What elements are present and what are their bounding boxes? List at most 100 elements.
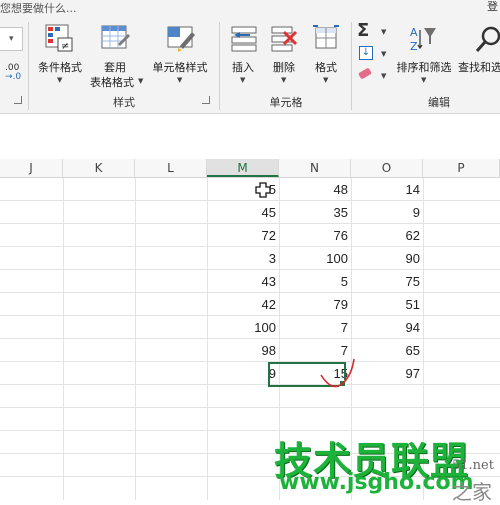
chevron-down-icon: ▾ [9, 34, 14, 44]
cell-m5[interactable]: 43 [207, 270, 276, 293]
column-header-p[interactable]: P [423, 159, 500, 177]
grid-row-line [0, 407, 500, 408]
cell-o2[interactable]: 9 [351, 201, 420, 224]
conditional-format-button[interactable]: ≠ 条件格式 ▼ [33, 20, 87, 90]
cell-o9[interactable]: 97 [351, 362, 420, 385]
chevron-down-icon: ▼ [57, 76, 63, 84]
cell-o7[interactable]: 94 [351, 316, 420, 339]
column-header-l[interactable]: L [135, 159, 207, 177]
table-style-icon [101, 25, 130, 49]
cell-m3[interactable]: 72 [207, 224, 276, 247]
cell-styles-icon [167, 26, 195, 52]
find-select-button[interactable]: 查找和选 [458, 20, 500, 90]
watermark-url: www.jsgho.com [279, 470, 474, 495]
eraser-icon [358, 67, 372, 80]
styles-group-label: 样式 [113, 96, 135, 109]
cell-o5[interactable]: 75 [351, 270, 420, 293]
cell-n2[interactable]: 35 [279, 201, 348, 224]
chevron-down-icon: ▼ [323, 76, 329, 84]
cell-m2[interactable]: 45 [207, 201, 276, 224]
cell-o8[interactable]: 65 [351, 339, 420, 362]
grid-column-line [63, 178, 64, 500]
decrease-decimal-button[interactable]: .00 →.0 [5, 64, 21, 82]
cell-o6[interactable]: 51 [351, 293, 420, 316]
svg-text:A: A [410, 26, 418, 39]
cell-o1[interactable]: 14 [351, 178, 420, 201]
clear-button[interactable]: ▼ [358, 67, 393, 86]
autosum-button[interactable]: Σ ▼ [357, 20, 391, 41]
sign-in-link[interactable]: 登 [487, 0, 498, 14]
cell-styles-label: 单元格样式 [152, 61, 208, 74]
chevron-down-icon: ▼ [177, 76, 183, 84]
autosum-icon: Σ [357, 20, 370, 41]
editing-group-label: 编辑 [428, 96, 450, 109]
magnifier-icon [475, 26, 500, 52]
conditional-format-label: 条件格式 [38, 61, 82, 74]
insert-label: 插入 [232, 61, 254, 74]
grid-column-line [135, 178, 136, 500]
chevron-down-icon: ▼ [421, 76, 427, 84]
conditional-format-icon: ≠ [45, 24, 73, 52]
delete-button[interactable]: 删除 ▼ [264, 20, 304, 90]
cell-m4[interactable]: 3 [207, 247, 276, 270]
cell-n3[interactable]: 76 [279, 224, 348, 247]
cell-m6[interactable]: 42 [207, 293, 276, 316]
cell-o4[interactable]: 90 [351, 247, 420, 270]
sort-filter-icon: A Z [410, 26, 436, 53]
svg-text:≠: ≠ [61, 41, 69, 52]
number-format-dropdown[interactable]: ▾ [0, 27, 23, 51]
format-button[interactable]: 格式 ▼ [306, 20, 346, 90]
cell-n7[interactable]: 7 [279, 316, 348, 339]
tell-me-search[interactable]: 您想要做什么... [0, 0, 77, 16]
chevron-down-icon: ▼ [281, 76, 287, 84]
cell-styles-button[interactable]: 单元格样式 ▼ [148, 20, 212, 90]
svg-text:Z: Z [410, 40, 418, 53]
column-header-m[interactable]: M [207, 159, 279, 177]
column-header-row: J K L M N O P [0, 159, 500, 178]
styles-group-launcher-icon[interactable] [202, 96, 210, 104]
chevron-down-icon: ▼ [240, 76, 246, 84]
cell-m9[interactable]: 9 [207, 362, 276, 385]
format-label: 格式 [315, 61, 337, 74]
delete-cells-icon [271, 26, 298, 52]
watermark-cn: 之家 [452, 480, 492, 504]
format-table-label-1: 套用 [104, 61, 126, 74]
insert-cells-icon [231, 26, 257, 52]
chevron-down-icon: ▼ [381, 72, 387, 80]
fill-button[interactable]: ↓ ▼ [359, 46, 393, 64]
chevron-down-icon: ▼ [381, 50, 387, 58]
formula-bar-area [0, 114, 500, 159]
column-header-o[interactable]: O [351, 159, 423, 177]
find-select-label: 查找和选 [458, 61, 500, 74]
sort-filter-label: 排序和筛选 [396, 61, 452, 74]
watermark-domain: 51.net [452, 458, 494, 473]
cell-m8[interactable]: 98 [207, 339, 276, 362]
insert-button[interactable]: 插入 ▼ [224, 20, 262, 90]
group-separator [28, 22, 29, 110]
number-group-launcher-icon[interactable] [14, 96, 22, 104]
column-header-n[interactable]: N [279, 159, 351, 177]
column-header-k[interactable]: K [63, 159, 135, 177]
cell-n5[interactable]: 5 [279, 270, 348, 293]
chevron-down-icon: ▼ [381, 28, 387, 36]
column-header-j[interactable]: J [0, 159, 63, 177]
fill-down-icon: ↓ [359, 46, 373, 60]
cell-m7[interactable]: 100 [207, 316, 276, 339]
chevron-down-icon: ▼ [138, 77, 144, 85]
format-cells-icon [313, 25, 339, 49]
group-separator [351, 22, 352, 110]
ribbon: 您想要做什么... 登 ▾ .00 →.0 ≠ 条件格式 ▼ 套用 表格格式 ▼… [0, 0, 500, 114]
delete-label: 删除 [273, 61, 295, 74]
arrow-right-icon: →.0 [5, 72, 22, 82]
sort-filter-button[interactable]: A Z 排序和筛选 ▼ [392, 20, 456, 90]
cell-n4[interactable]: 100 [279, 247, 348, 270]
red-check-annotation [320, 358, 355, 388]
format-table-label-2: 表格格式 [90, 76, 134, 89]
cell-n1[interactable]: 48 [279, 178, 348, 201]
cells-group-label: 单元格 [269, 96, 303, 109]
cell-o3[interactable]: 62 [351, 224, 420, 247]
cross-cursor-icon [255, 182, 271, 198]
group-separator [219, 22, 220, 110]
format-as-table-button[interactable]: 套用 表格格式 ▼ [88, 20, 144, 94]
cell-n6[interactable]: 79 [279, 293, 348, 316]
